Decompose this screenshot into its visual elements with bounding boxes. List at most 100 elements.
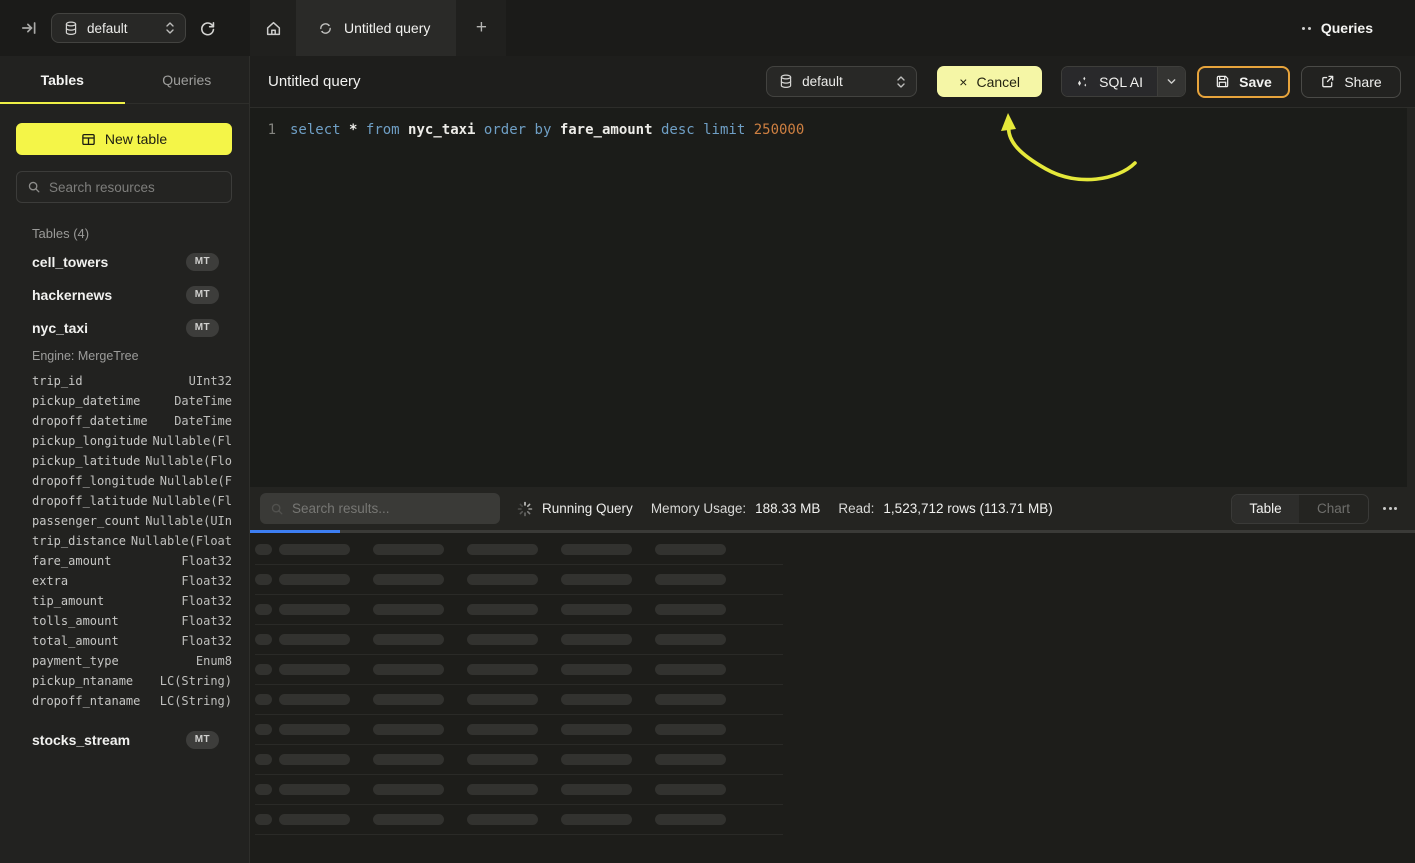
- column-type: Nullable(F: [160, 474, 232, 488]
- refresh-icon[interactable]: [199, 20, 216, 37]
- skeleton-cell: [373, 664, 444, 675]
- sidebar-search[interactable]: [16, 171, 232, 203]
- skeleton-cell: [373, 604, 444, 615]
- share-button[interactable]: Share: [1301, 66, 1401, 98]
- column-name: dropoff_latitude: [32, 494, 148, 508]
- table-name: cell_towers: [32, 254, 108, 270]
- skeleton-cell: [467, 544, 538, 555]
- skeleton-cell: [655, 544, 726, 555]
- column-type: Float32: [181, 574, 232, 588]
- database-selector[interactable]: default: [51, 13, 186, 43]
- column-row: passenger_countNullable(UIn: [16, 511, 232, 531]
- skeleton-row: [255, 535, 783, 565]
- editor-scrollbar[interactable]: [1407, 108, 1415, 487]
- skeleton-cell: [655, 754, 726, 765]
- new-table-label: New table: [105, 131, 167, 147]
- column-name: pickup_ntaname: [32, 674, 133, 688]
- sql-ai-button[interactable]: SQL AI: [1062, 67, 1157, 96]
- skeleton-cell: [279, 664, 350, 675]
- results-search[interactable]: [260, 493, 500, 524]
- column-name: passenger_count: [32, 514, 140, 528]
- skeleton-row: [255, 655, 783, 685]
- skeleton-cell: [655, 634, 726, 645]
- column-name: dropoff_ntaname: [32, 694, 140, 708]
- chevron-updown-icon: [896, 75, 906, 89]
- skeleton-cell: [655, 604, 726, 615]
- read-label: Read:: [838, 501, 874, 516]
- skeleton-cell: [655, 814, 726, 825]
- collapse-sidebar-icon[interactable]: [20, 19, 38, 37]
- code-line: 1 select * from nyc_taxi order by fare_a…: [250, 119, 1415, 141]
- new-table-button[interactable]: New table: [16, 123, 232, 155]
- column-type: DateTime: [174, 414, 232, 428]
- results-skeleton: [250, 533, 1415, 863]
- skeleton-cell: [279, 784, 350, 795]
- column-name: tolls_amount: [32, 614, 119, 628]
- skeleton-cell: [279, 604, 350, 615]
- loading-spinner-icon: [517, 501, 533, 517]
- table-row[interactable]: hackernewsMT: [16, 278, 232, 311]
- column-type: Nullable(Fl: [153, 434, 232, 448]
- skeleton-cell: [561, 784, 632, 795]
- sidebar-tab-tables[interactable]: Tables: [0, 56, 125, 103]
- sidebar: Tables Queries New table Tables (4): [0, 56, 250, 863]
- sql-token: desc: [661, 122, 695, 138]
- more-options-icon[interactable]: [1381, 501, 1399, 516]
- skeleton-cell: [561, 694, 632, 705]
- home-icon[interactable]: [250, 0, 296, 56]
- column-type: DateTime: [174, 394, 232, 408]
- skeleton-cell: [279, 754, 350, 765]
- database-icon: [64, 21, 78, 36]
- skeleton-cell: [373, 694, 444, 705]
- search-resources-input[interactable]: [49, 180, 221, 195]
- skeleton-cell: [279, 634, 350, 645]
- skeleton-cell: [373, 784, 444, 795]
- skeleton-cell: [467, 784, 538, 795]
- skeleton-cell: [255, 724, 272, 735]
- column-row: tip_amountFloat32: [16, 591, 232, 611]
- sql-token: nyc_taxi: [408, 122, 475, 138]
- skeleton-cell: [279, 544, 350, 555]
- search-icon: [270, 502, 284, 516]
- table-row[interactable]: cell_towersMT: [16, 245, 232, 278]
- tab-label: Untitled query: [344, 20, 430, 36]
- column-name: total_amount: [32, 634, 119, 648]
- sidebar-content: New table Tables (4) cell_towersMThacker…: [0, 104, 249, 776]
- column-row: payment_typeEnum8: [16, 651, 232, 671]
- table-row[interactable]: nyc_taxiMT: [16, 311, 232, 344]
- column-row: trip_idUInt32: [16, 371, 232, 391]
- sql-token: 250000: [754, 122, 805, 138]
- database-selector-value: default: [87, 21, 156, 36]
- skeleton-cell: [467, 754, 538, 765]
- skeleton-cell: [655, 574, 726, 585]
- skeleton-cell: [373, 634, 444, 645]
- column-name: fare_amount: [32, 554, 111, 568]
- column-row: dropoff_latitudeNullable(Fl: [16, 491, 232, 511]
- skeleton-cell: [373, 814, 444, 825]
- sql-editor[interactable]: 1 select * from nyc_taxi order by fare_a…: [250, 108, 1415, 487]
- table-icon: [81, 132, 96, 147]
- skeleton-cell: [655, 724, 726, 735]
- skeleton-cell: [255, 634, 272, 645]
- search-results-input[interactable]: [292, 501, 490, 516]
- engine-badge: MT: [186, 731, 219, 749]
- sql-ai-dropdown[interactable]: [1157, 67, 1185, 96]
- sparkles-icon: [1074, 74, 1090, 90]
- query-database-selector[interactable]: default: [766, 66, 917, 97]
- skeleton-cell: [561, 574, 632, 585]
- column-name: pickup_longitude: [32, 434, 148, 448]
- skeleton-cell: [561, 664, 632, 675]
- save-button[interactable]: Save: [1197, 66, 1290, 98]
- new-tab-icon[interactable]: +: [456, 0, 506, 56]
- queries-menu[interactable]: Queries: [1302, 0, 1415, 56]
- skeleton-cell: [255, 754, 272, 765]
- toggle-table[interactable]: Table: [1232, 495, 1299, 523]
- skeleton-row: [255, 625, 783, 655]
- sidebar-tab-queries[interactable]: Queries: [125, 56, 250, 103]
- column-row: tolls_amountFloat32: [16, 611, 232, 631]
- table-row[interactable]: stocks_streamMT: [16, 723, 232, 756]
- column-type: Nullable(Float: [131, 534, 232, 548]
- tab-untitled-query[interactable]: Untitled query: [296, 0, 456, 56]
- cancel-button[interactable]: × Cancel: [937, 66, 1042, 97]
- toggle-chart[interactable]: Chart: [1299, 495, 1368, 523]
